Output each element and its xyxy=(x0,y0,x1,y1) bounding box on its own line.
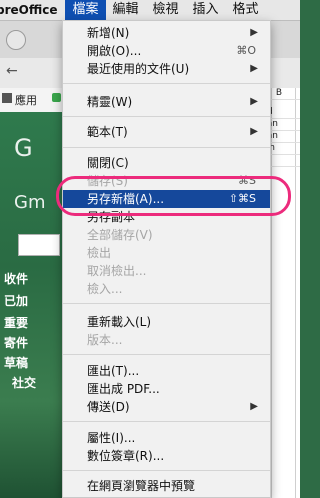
menu-item-export[interactable]: 匯出(T)... xyxy=(63,362,270,380)
menu-item-new[interactable]: 新增(N) ▶ xyxy=(63,24,270,42)
chat-icon[interactable] xyxy=(52,93,61,102)
menu-item-label: 數位簽章(R)... xyxy=(87,449,165,463)
sidebar-drafts[interactable]: 草稿 xyxy=(4,354,28,371)
menu-file[interactable]: 檔案 xyxy=(65,0,106,20)
menu-item-versions[interactable]: 版本... xyxy=(63,331,270,349)
menu-item-recent[interactable]: 最近使用的文件(U) ▶ xyxy=(63,60,270,78)
menu-item-label: 匯出成 PDF... xyxy=(87,382,160,396)
menu-item-preview-in-browser[interactable]: 在網頁瀏覽器中預覽 xyxy=(63,477,270,495)
sidebar-added[interactable]: 已加 xyxy=(4,292,28,309)
menu-item-label: 傳送(D) xyxy=(87,400,130,414)
app-name[interactable]: preOffice xyxy=(0,3,65,17)
sidebar-important[interactable]: 重要 xyxy=(4,314,28,331)
mail-title: Gm xyxy=(14,192,46,213)
menu-separator xyxy=(63,470,270,471)
mail-sidebar: G Gm 收件 已加 重要 寄件 草稿 社交 xyxy=(0,112,62,498)
menu-separator xyxy=(63,303,270,304)
menu-separator xyxy=(63,83,270,84)
menu-item-label: 重新載入(L) xyxy=(87,315,152,329)
menu-item-shortcut: ⌘O xyxy=(236,44,256,57)
menu-edit[interactable]: 編輯 xyxy=(106,0,146,20)
sidebar-social[interactable]: 社交 xyxy=(12,374,36,391)
menu-separator xyxy=(63,147,270,148)
submenu-arrow-icon: ▶ xyxy=(250,401,258,412)
menu-item-export-pdf[interactable]: 匯出成 PDF... xyxy=(63,380,270,398)
menu-item-close[interactable]: 關閉(C) xyxy=(63,154,270,172)
menu-item-label: 檢出 xyxy=(87,246,112,260)
apps-grid-icon[interactable] xyxy=(2,93,12,103)
menu-item-save-all[interactable]: 全部儲存(V) xyxy=(63,226,270,244)
menu-item-label: 取消檢出... xyxy=(87,264,147,278)
menu-item-send[interactable]: 傳送(D) ▶ xyxy=(63,398,270,416)
menu-item-checkin[interactable]: 檢入... xyxy=(63,280,270,298)
bookmark-apps[interactable]: 應用 xyxy=(15,92,37,108)
menu-separator xyxy=(63,116,270,117)
mail-logo-letter: G xyxy=(14,134,33,162)
menu-item-label: 新增(N) xyxy=(87,26,130,40)
menu-item-checkout[interactable]: 檢出 xyxy=(63,244,270,262)
search-box[interactable] xyxy=(18,234,60,256)
menu-item-label: 最近使用的文件(U) xyxy=(87,62,190,76)
menu-item-digital-signatures[interactable]: 數位簽章(R)... xyxy=(63,447,270,465)
menu-format[interactable]: 格式 xyxy=(226,0,266,20)
back-arrow-icon[interactable]: ← xyxy=(6,63,18,79)
submenu-arrow-icon: ▶ xyxy=(250,27,258,38)
sidebar-sent[interactable]: 寄件 xyxy=(4,334,28,351)
sidebar-inbox[interactable]: 收件 xyxy=(4,270,28,287)
menu-item-properties[interactable]: 屬性(I)... xyxy=(63,429,270,447)
submenu-arrow-icon: ▶ xyxy=(250,63,258,74)
menu-item-open[interactable]: 開啟(O)... ⌘O xyxy=(63,42,270,60)
browser-back-circle xyxy=(6,30,26,50)
submenu-arrow-icon: ▶ xyxy=(250,126,258,137)
menu-item-label: 關閉(C) xyxy=(87,156,129,170)
menu-item-label: 檢入... xyxy=(87,282,123,296)
menu-item-label: 開啟(O)... xyxy=(87,44,142,58)
file-menu-dropdown: 新增(N) ▶ 開啟(O)... ⌘O 最近使用的文件(U) ▶ 精靈(W) ▶… xyxy=(62,20,271,498)
menu-insert[interactable]: 插入 xyxy=(186,0,226,20)
menu-separator xyxy=(63,354,270,355)
menu-separator xyxy=(63,421,270,422)
annotation-highlight-ring xyxy=(56,176,291,216)
menu-item-label: 在網頁瀏覽器中預覽 xyxy=(87,479,196,493)
submenu-arrow-icon: ▶ xyxy=(250,96,258,107)
menu-item-label: 版本... xyxy=(87,333,123,347)
menu-item-label: 屬性(I)... xyxy=(87,431,136,445)
menu-item-label: 範本(T) xyxy=(87,125,128,139)
menu-item-wizard[interactable]: 精靈(W) ▶ xyxy=(63,93,270,111)
menu-item-label: 全部儲存(V) xyxy=(87,228,153,242)
menu-item-cancel-checkout[interactable]: 取消檢出... xyxy=(63,262,270,280)
menu-item-reload[interactable]: 重新載入(L) xyxy=(63,313,270,331)
menu-view[interactable]: 檢視 xyxy=(146,0,186,20)
menu-item-templates[interactable]: 範本(T) ▶ xyxy=(63,123,270,141)
menu-item-label: 精靈(W) xyxy=(87,95,133,109)
menu-bar: preOffice 檔案 編輯 檢視 插入 格式 xyxy=(0,0,300,21)
menu-item-label: 匯出(T)... xyxy=(87,364,140,378)
